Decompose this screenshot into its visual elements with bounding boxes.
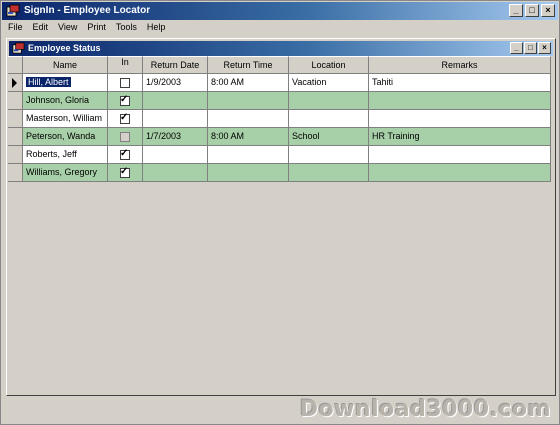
app-window: SignIn - Employee Locator _ □ × File Edi… xyxy=(0,0,560,425)
cell-location[interactable]: Vacation xyxy=(289,74,369,92)
cell-remarks[interactable]: HR Training xyxy=(369,128,551,146)
cell-in xyxy=(108,128,143,146)
child-window-icon xyxy=(12,42,25,54)
cell-in: ✓ xyxy=(108,110,143,128)
menu-tools[interactable]: Tools xyxy=(111,20,142,35)
cell-return-time[interactable]: 8:00 AM xyxy=(208,74,289,92)
close-button[interactable]: × xyxy=(541,4,555,17)
employee-grid: Name In Return Date Return Time Location… xyxy=(8,56,552,182)
cell-name[interactable]: Roberts, Jeff xyxy=(23,146,108,164)
cell-location[interactable] xyxy=(289,146,369,164)
cell-return-date[interactable] xyxy=(143,164,208,182)
row-selector[interactable] xyxy=(8,146,23,164)
checkmark-icon: ✓ xyxy=(120,93,129,105)
minimize-button[interactable]: _ xyxy=(509,4,523,17)
cell-location[interactable]: School xyxy=(289,128,369,146)
cell-location[interactable] xyxy=(289,92,369,110)
table-row[interactable]: Hill, Albert 1/9/2003 8:00 AM Vacation Tahit… xyxy=(8,74,552,92)
cell-remarks[interactable] xyxy=(369,146,551,164)
column-header-remarks[interactable]: Remarks xyxy=(369,56,551,74)
cell-return-time[interactable]: 8:00 AM xyxy=(208,128,289,146)
cell-remarks[interactable] xyxy=(369,110,551,128)
header-selector[interactable] xyxy=(8,56,23,74)
cell-return-time[interactable] xyxy=(208,110,289,128)
cell-return-date[interactable] xyxy=(143,146,208,164)
cell-name[interactable]: Masterson, William xyxy=(23,110,108,128)
child-maximize-button[interactable]: □ xyxy=(524,42,537,54)
row-selector[interactable] xyxy=(8,164,23,182)
child-minimize-button[interactable]: _ xyxy=(510,42,523,54)
menu-view[interactable]: View xyxy=(53,20,82,35)
column-header-name[interactable]: Name xyxy=(23,56,108,74)
checkmark-icon: ✓ xyxy=(120,111,129,123)
menu-edit[interactable]: Edit xyxy=(28,20,54,35)
cell-return-time[interactable] xyxy=(208,146,289,164)
cell-name-text: Peterson, Wanda xyxy=(26,131,96,141)
cell-name[interactable]: Peterson, Wanda xyxy=(23,128,108,146)
app-title: SignIn - Employee Locator xyxy=(24,5,151,16)
cell-name[interactable]: Johnson, Gloria xyxy=(23,92,108,110)
menu-print[interactable]: Print xyxy=(82,20,111,35)
cell-name[interactable]: Williams, Gregory xyxy=(23,164,108,182)
cell-in: ✓ xyxy=(108,92,143,110)
cell-location[interactable] xyxy=(289,164,369,182)
menu-help[interactable]: Help xyxy=(142,20,171,35)
column-header-location[interactable]: Location xyxy=(289,56,369,74)
cell-return-date[interactable] xyxy=(143,110,208,128)
column-header-return-time[interactable]: Return Time xyxy=(208,56,289,74)
table-row[interactable]: Roberts, Jeff ✓ xyxy=(8,146,552,164)
cell-return-date[interactable]: 1/7/2003 xyxy=(143,128,208,146)
menu-file[interactable]: File xyxy=(2,20,28,35)
in-checkbox[interactable]: ✓ xyxy=(120,165,130,178)
cell-return-date[interactable]: 1/9/2003 xyxy=(143,74,208,92)
grid-header: Name In Return Date Return Time Location… xyxy=(8,56,552,74)
in-checkbox[interactable]: ✓ xyxy=(120,111,130,124)
table-row[interactable]: Johnson, Gloria ✓ xyxy=(8,92,552,110)
child-titlebar[interactable]: Employee Status _ □ × xyxy=(9,41,553,56)
cell-remarks[interactable] xyxy=(369,92,551,110)
cell-in: ✓ xyxy=(108,146,143,164)
row-selector[interactable] xyxy=(8,74,23,92)
cell-name-text: Williams, Gregory xyxy=(26,167,98,177)
cell-name-text: Roberts, Jeff xyxy=(26,149,77,159)
row-selector[interactable] xyxy=(8,92,23,110)
current-row-pointer-icon xyxy=(12,78,17,88)
cell-name-text: Johnson, Gloria xyxy=(26,95,90,105)
in-checkbox[interactable] xyxy=(120,77,130,88)
in-checkbox[interactable] xyxy=(120,131,130,142)
cell-location[interactable] xyxy=(289,110,369,128)
table-row[interactable]: Peterson, Wanda 1/7/2003 8:00 AM School HR T… xyxy=(8,128,552,146)
cell-in xyxy=(108,74,143,92)
maximize-button[interactable]: □ xyxy=(525,4,539,17)
cell-return-date[interactable] xyxy=(143,92,208,110)
cell-name-text: Masterson, William xyxy=(26,113,103,123)
cell-remarks[interactable]: Tahiti xyxy=(369,74,551,92)
grid-body: Hill, Albert 1/9/2003 8:00 AM Vacation Tahit… xyxy=(8,74,552,182)
cell-in: ✓ xyxy=(108,164,143,182)
app-titlebar[interactable]: SignIn - Employee Locator _ □ × xyxy=(2,2,558,20)
table-row[interactable]: Williams, Gregory ✓ xyxy=(8,164,552,182)
menubar: File Edit View Print Tools Help xyxy=(2,20,558,35)
checkmark-icon: ✓ xyxy=(120,165,129,177)
checkmark-icon: ✓ xyxy=(120,147,129,159)
row-selector[interactable] xyxy=(8,128,23,146)
row-selector[interactable] xyxy=(8,110,23,128)
child-title: Employee Status xyxy=(28,43,101,53)
column-header-in[interactable]: In xyxy=(108,56,143,74)
in-checkbox[interactable]: ✓ xyxy=(120,93,130,106)
cell-return-time[interactable] xyxy=(208,92,289,110)
watermark: Download3000.com xyxy=(299,397,551,422)
column-header-return-date[interactable]: Return Date xyxy=(143,56,208,74)
cell-name-text: Hill, Albert xyxy=(26,77,71,87)
cell-return-time[interactable] xyxy=(208,164,289,182)
cell-name[interactable]: Hill, Albert xyxy=(23,74,108,92)
in-checkbox[interactable]: ✓ xyxy=(120,147,130,160)
app-icon xyxy=(6,4,20,17)
child-close-button[interactable]: × xyxy=(538,42,551,54)
cell-remarks[interactable] xyxy=(369,164,551,182)
table-row[interactable]: Masterson, William ✓ xyxy=(8,110,552,128)
